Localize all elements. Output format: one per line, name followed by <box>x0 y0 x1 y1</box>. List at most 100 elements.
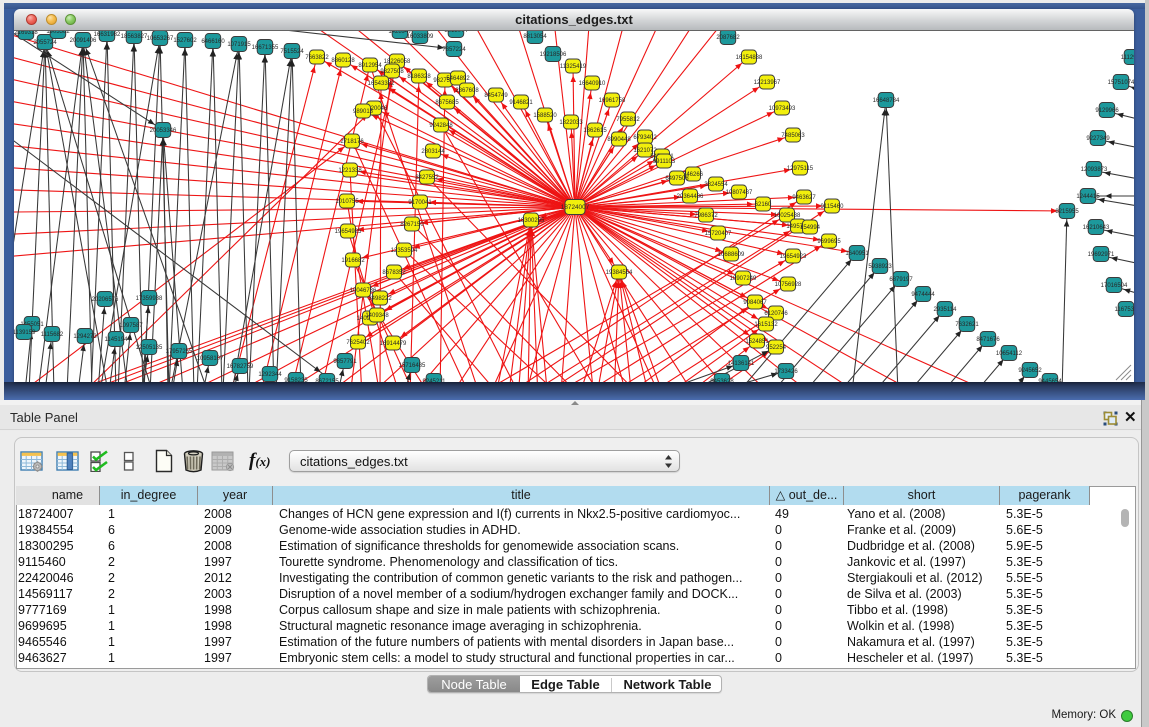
svg-text:9245211: 9245211 <box>423 379 447 382</box>
svg-text:7632621: 7632621 <box>955 322 979 328</box>
svg-text:1294273: 1294273 <box>73 334 97 340</box>
svg-text:1903582: 1903582 <box>46 31 70 35</box>
svg-text:1112973: 1112973 <box>1121 55 1134 61</box>
svg-text:8813054: 8813054 <box>523 34 547 40</box>
svg-text:15716485: 15716485 <box>399 363 426 369</box>
svg-text:1822033: 1822033 <box>559 120 583 126</box>
svg-text:989013: 989013 <box>353 109 374 115</box>
svg-text:1244415: 1244415 <box>1076 194 1100 200</box>
svg-text:8678352: 8678352 <box>382 270 406 276</box>
svg-text:12975115: 12975115 <box>787 166 814 172</box>
svg-text:1916682: 1916682 <box>341 258 365 264</box>
svg-text:1733426: 1733426 <box>774 369 798 375</box>
svg-text:8675685: 8675685 <box>435 100 459 106</box>
svg-text:7955812: 7955812 <box>616 117 640 123</box>
svg-text:9911103: 9911103 <box>653 159 676 165</box>
svg-text:2055724: 2055724 <box>33 40 57 46</box>
svg-text:17957255: 17957255 <box>166 349 193 355</box>
svg-text:2169318: 2169318 <box>14 31 38 36</box>
svg-text:17016504: 17016504 <box>1101 283 1128 289</box>
svg-text:10688609: 10688609 <box>718 252 745 258</box>
svg-text:12093873: 12093873 <box>1081 167 1108 173</box>
svg-text:1527602: 1527602 <box>173 38 197 44</box>
svg-text:1292344: 1292344 <box>258 372 282 378</box>
svg-text:6466160: 6466160 <box>201 39 225 45</box>
svg-text:1167533: 1167533 <box>1115 307 1134 313</box>
svg-text:2718176: 2718176 <box>340 139 364 145</box>
svg-text:9146821: 9146821 <box>509 100 533 106</box>
svg-text:18724007: 18724007 <box>561 204 590 211</box>
svg-text:6793402: 6793402 <box>633 135 657 141</box>
svg-text:9129966: 9129966 <box>1095 108 1119 114</box>
svg-text:8427552: 8427552 <box>415 175 439 181</box>
svg-text:9474444: 9474444 <box>911 292 935 298</box>
svg-text:2935114: 2935114 <box>934 307 958 313</box>
svg-text:9084067: 9084067 <box>743 300 767 306</box>
svg-text:10958107: 10958107 <box>197 356 224 362</box>
svg-text:1010755: 1010755 <box>335 199 359 205</box>
svg-text:16648784: 16648784 <box>873 98 900 104</box>
svg-text:19654925: 19654925 <box>335 229 362 235</box>
svg-text:9115460: 9115460 <box>821 204 845 210</box>
svg-text:10653267: 10653267 <box>147 36 174 42</box>
svg-text:12505135: 12505135 <box>136 345 163 351</box>
svg-text:19384554: 19384554 <box>606 270 633 276</box>
svg-text:8813074: 8813074 <box>444 31 468 34</box>
svg-text:19692971: 19692971 <box>1088 252 1115 258</box>
svg-text:18907249: 18907249 <box>730 276 757 282</box>
svg-text:8990448: 8990448 <box>607 137 631 143</box>
svg-text:9227349: 9227349 <box>1086 136 1110 142</box>
svg-text:1221338: 1221338 <box>338 168 362 174</box>
svg-text:6879197: 6879197 <box>889 277 913 283</box>
svg-text:1588520: 1588520 <box>533 113 557 119</box>
svg-text:10025438: 10025438 <box>774 213 801 219</box>
svg-text:8267150: 8267150 <box>400 222 424 228</box>
svg-text:9827508: 9827508 <box>380 69 404 75</box>
svg-text:8471676: 8471676 <box>976 337 1000 343</box>
svg-text:18300295: 18300295 <box>518 218 545 224</box>
svg-text:2867608: 2867608 <box>455 88 479 94</box>
svg-text:7663822: 7663822 <box>305 55 329 61</box>
svg-text:18563827: 18563827 <box>121 34 148 40</box>
svg-text:9170041: 9170041 <box>408 200 432 206</box>
svg-text:16154838: 16154838 <box>736 55 763 61</box>
svg-text:16640910: 16640910 <box>579 81 606 87</box>
svg-text:16782759: 16782759 <box>227 364 254 370</box>
svg-text:7485063: 7485063 <box>781 133 805 139</box>
svg-text:9242848: 9242848 <box>429 123 453 129</box>
svg-text:7515524: 7515524 <box>280 49 304 55</box>
svg-text:15751074: 15751074 <box>1108 80 1134 86</box>
svg-text:1115682: 1115682 <box>41 332 64 338</box>
svg-text:7625402: 7625402 <box>346 340 370 346</box>
svg-text:7857224: 7857224 <box>442 47 466 53</box>
svg-text:16671355: 16671355 <box>252 45 279 51</box>
svg-text:6497508: 6497508 <box>665 176 689 182</box>
svg-text:9245652: 9245652 <box>1018 368 1042 374</box>
svg-text:154994: 154994 <box>800 225 821 231</box>
svg-text:1145194: 1145194 <box>105 337 129 343</box>
svg-text:20091406: 20091406 <box>70 38 97 44</box>
svg-text:12353594: 12353594 <box>391 248 418 254</box>
svg-text:2803144: 2803144 <box>421 149 445 155</box>
svg-text:5464892: 5464892 <box>446 76 470 82</box>
svg-text:62160: 62160 <box>755 202 772 208</box>
svg-text:6120746: 6120746 <box>764 311 788 317</box>
svg-text:16914479: 16914479 <box>380 341 407 347</box>
svg-text:1862615: 1862615 <box>583 128 607 134</box>
svg-text:16961758: 16961758 <box>599 98 626 104</box>
svg-text:15720407: 15720407 <box>705 231 732 237</box>
svg-text:8215955: 8215955 <box>1055 209 1079 215</box>
svg-text:8672155: 8672155 <box>315 379 339 382</box>
svg-text:19218506: 19218506 <box>540 52 567 58</box>
svg-text:16631982: 16631982 <box>94 32 121 38</box>
svg-text:1139159: 1139159 <box>14 330 36 336</box>
svg-text:10973493: 10973493 <box>769 106 796 112</box>
svg-text:20364486: 20364486 <box>677 194 704 200</box>
svg-text:9158235: 9158235 <box>284 378 308 382</box>
svg-text:10807487: 10807487 <box>726 190 753 196</box>
svg-text:10654112: 10654112 <box>996 351 1023 357</box>
svg-text:19654923: 19654923 <box>780 254 807 260</box>
svg-text:16210643: 16210643 <box>1083 225 1110 231</box>
svg-text:16543382: 16543382 <box>368 81 395 87</box>
svg-text:9463627: 9463627 <box>792 195 816 201</box>
